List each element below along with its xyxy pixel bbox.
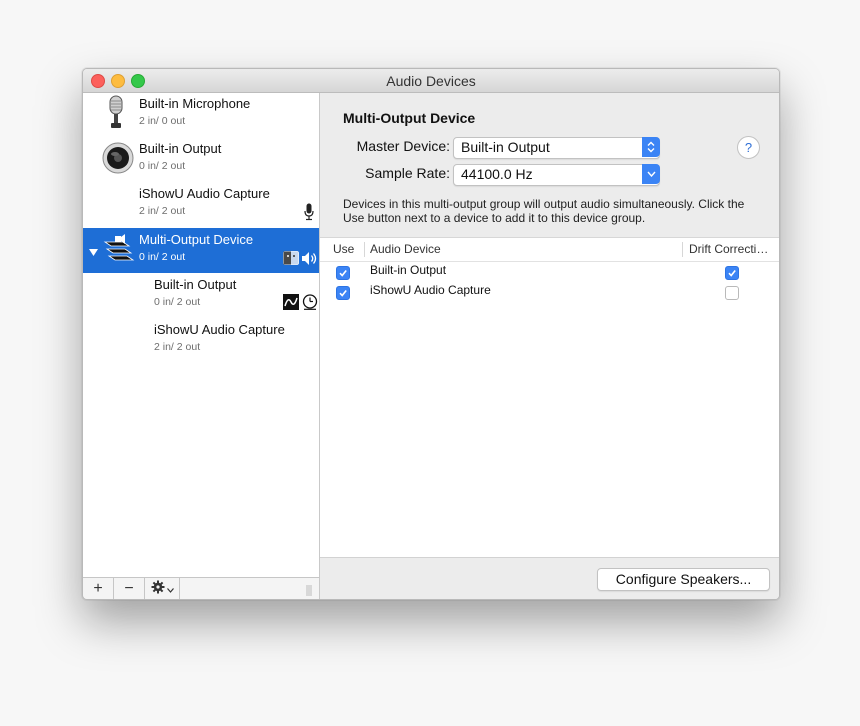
sample-rate-label: Sample Rate:	[365, 165, 450, 181]
sidebar-footer: + −	[83, 577, 320, 599]
multi-output-icon	[101, 234, 135, 271]
master-device-popup[interactable]: Built-in Output	[453, 137, 660, 159]
device-item-sub-built-in-output[interactable]: Built-in Output 0 in/ 2 out	[83, 273, 319, 318]
device-name: iShowU Audio Capture	[139, 186, 270, 201]
disclosure-triangle-icon[interactable]	[89, 244, 98, 262]
device-item-built-in-output[interactable]: Built-in Output 0 in/ 2 out	[83, 138, 319, 183]
column-separator	[364, 242, 365, 257]
device-io: 0 in/ 2 out	[139, 251, 186, 263]
window-title: Audio Devices	[386, 73, 476, 89]
configure-speakers-button[interactable]: Configure Speakers...	[597, 568, 770, 591]
device-io: 2 in/ 0 out	[139, 115, 186, 127]
chevron-down-icon	[166, 580, 174, 598]
audio-devices-window: Audio Devices Built-in Microphone 2 in/ …	[82, 68, 780, 600]
help-button[interactable]: ?	[737, 136, 760, 159]
device-io: 2 in/ 2 out	[139, 205, 186, 217]
use-checkbox[interactable]	[336, 266, 350, 280]
updown-chevron-icon	[642, 137, 660, 157]
action-menu-button[interactable]	[145, 578, 180, 599]
audio-device-name: Built-in Output	[370, 263, 447, 277]
resize-handle-icon[interactable]	[306, 583, 312, 599]
master-device-label: Master Device:	[356, 138, 450, 154]
device-item-multi-output-device[interactable]: Multi-Output Device 0 in/ 2 out	[83, 228, 319, 273]
column-header-drift-correction[interactable]: Drift Correcti…	[689, 238, 768, 261]
group-description: Devices in this multi-output group will …	[343, 197, 745, 225]
audio-device-name: iShowU Audio Capture	[370, 283, 491, 297]
audio-device-table: Use Audio Device Drift Correcti… Built-i…	[320, 237, 779, 558]
device-name: Multi-Output Device	[139, 232, 254, 247]
speaker-icon	[101, 141, 135, 180]
device-name: iShowU Audio Capture	[154, 322, 285, 337]
clock-icon	[302, 294, 318, 315]
device-io: 0 in/ 2 out	[139, 160, 186, 172]
bottom-bar: Configure Speakers...	[320, 557, 779, 599]
sample-rate-value: 44100.0 Hz	[461, 166, 533, 182]
table-header-divider	[320, 261, 779, 262]
add-device-button[interactable]: +	[83, 578, 114, 599]
device-detail-panel: Multi-Output Device Master Device: Built…	[320, 93, 779, 599]
finder-icon	[283, 251, 299, 270]
use-checkbox[interactable]	[336, 286, 350, 300]
master-device-value: Built-in Output	[461, 139, 550, 155]
device-title: Multi-Output Device	[343, 110, 476, 126]
remove-device-button[interactable]: −	[114, 578, 145, 599]
drift-correction-checkbox[interactable]	[725, 286, 739, 300]
device-name: Built-in Output	[154, 277, 237, 292]
device-item-built-in-microphone[interactable]: Built-in Microphone 2 in/ 0 out	[83, 93, 319, 138]
device-list: Built-in Microphone 2 in/ 0 out Built-in…	[83, 93, 320, 577]
device-io: 0 in/ 2 out	[154, 296, 201, 308]
speaker-output-icon	[302, 252, 318, 270]
microphone-icon	[107, 95, 125, 136]
device-io: 2 in/ 2 out	[154, 341, 201, 353]
clock-master-icon	[283, 294, 299, 315]
device-item-sub-ishowu-audio-capture[interactable]: iShowU Audio Capture 2 in/ 2 out	[83, 318, 319, 363]
chevron-down-icon	[642, 164, 660, 184]
drift-correction-checkbox[interactable]	[725, 266, 739, 280]
column-separator	[682, 242, 683, 257]
device-name: Built-in Microphone	[139, 96, 251, 111]
column-header-audio-device[interactable]: Audio Device	[370, 238, 441, 261]
device-name: Built-in Output	[139, 141, 222, 156]
mic-small-icon	[304, 203, 314, 226]
title-bar: Audio Devices	[83, 69, 779, 93]
sample-rate-popup[interactable]: 44100.0 Hz	[453, 164, 660, 186]
device-item-ishowu-audio-capture[interactable]: iShowU Audio Capture 2 in/ 2 out	[83, 183, 319, 228]
column-header-use[interactable]: Use	[333, 238, 354, 261]
gear-icon	[151, 580, 165, 599]
